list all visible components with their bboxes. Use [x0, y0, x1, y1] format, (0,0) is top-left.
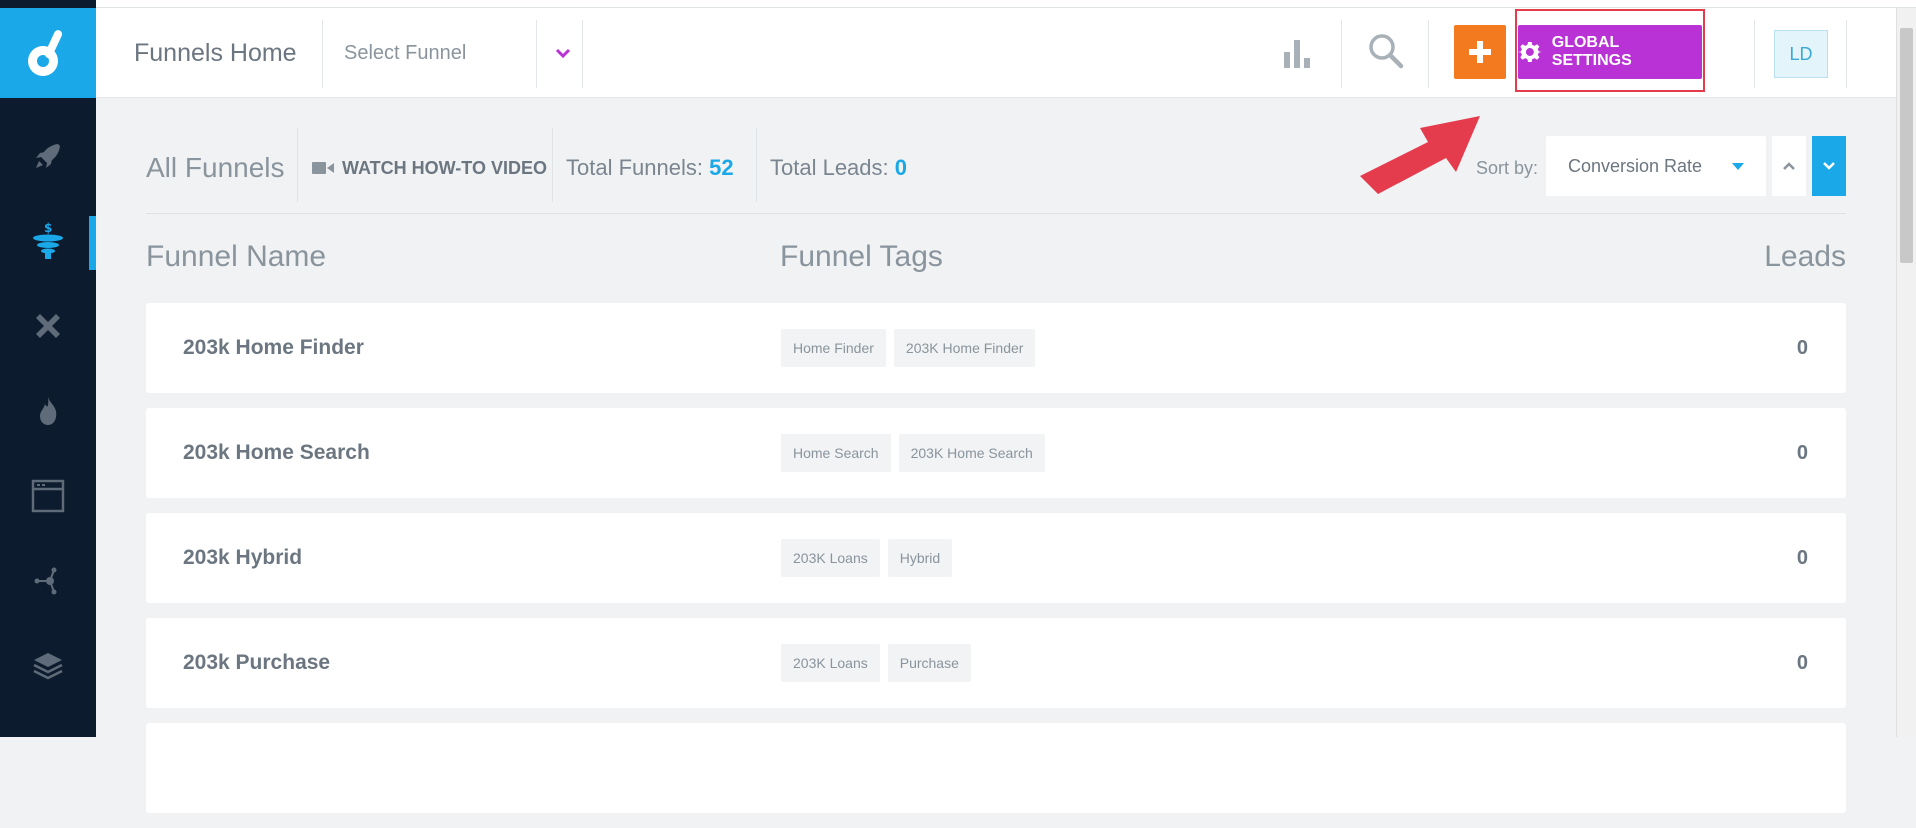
- sidebar-item-pages[interactable]: [0, 453, 96, 538]
- fire-icon: [40, 396, 57, 425]
- watch-video-label: WATCH HOW-TO VIDEO: [342, 158, 547, 178]
- sidebar-item-integrations[interactable]: [0, 538, 96, 623]
- funnel-leads: 0: [1796, 652, 1808, 674]
- page-title: Funnels Home: [134, 39, 297, 67]
- tag-badge[interactable]: 203K Loans: [781, 644, 880, 682]
- sort-select[interactable]: Conversion Rate: [1546, 136, 1766, 196]
- total-funnels-label: Total Funnels:: [566, 155, 703, 180]
- header-divider: [1754, 20, 1755, 88]
- plus-icon: [1469, 41, 1491, 63]
- column-header-leads[interactable]: Leads: [1764, 240, 1846, 274]
- header-divider: [582, 20, 583, 88]
- caret-down-icon: [1732, 163, 1744, 170]
- total-leads-value: 0: [894, 155, 908, 180]
- sort-by-label: Sort by:: [1476, 158, 1539, 178]
- app-logo[interactable]: [0, 8, 96, 98]
- global-settings-label: GLOBAL SETTINGS: [1551, 34, 1632, 69]
- sort-ascending-button[interactable]: [1772, 136, 1806, 196]
- search-icon: [1369, 34, 1404, 69]
- funnel-leads: 0: [1796, 442, 1808, 464]
- top-header: Funnels Home Select Funnel GLOBAL SETTIN…: [96, 8, 1896, 98]
- tag-badge[interactable]: Home Finder: [781, 329, 886, 367]
- browser-icon: [31, 479, 65, 512]
- column-header-tags: Funnel Tags: [780, 240, 943, 273]
- funnel-tags: 203K Loans Hybrid: [781, 539, 953, 577]
- bar-chart-icon: [1284, 40, 1310, 68]
- header-divider: [322, 20, 323, 88]
- sidebar-item-funnels[interactable]: $: [0, 198, 96, 283]
- sidebar-item-hot[interactable]: [0, 368, 96, 453]
- rocket-icon: [36, 143, 60, 168]
- sidebar-nav: $: [0, 113, 96, 708]
- total-funnels-value: 52: [709, 155, 734, 180]
- chevron-down-icon: [555, 48, 571, 59]
- total-leads: Total Leads: 0: [770, 128, 907, 208]
- funnel-icon: $: [33, 221, 63, 259]
- chevron-down-icon: [1823, 162, 1835, 170]
- user-avatar[interactable]: LD: [1774, 30, 1828, 78]
- logo-icon: [28, 30, 63, 76]
- sidebar: $: [0, 0, 96, 737]
- funnel-tags: Home Search 203K Home Search: [781, 434, 1045, 472]
- layers-icon: [33, 652, 63, 679]
- tools-icon: [36, 313, 60, 338]
- global-settings-button[interactable]: GLOBAL SETTINGS: [1518, 25, 1702, 79]
- page-scrollbar[interactable]: [1896, 8, 1916, 737]
- sort-descending-button[interactable]: [1812, 136, 1846, 196]
- tag-badge[interactable]: 203K Loans: [781, 539, 880, 577]
- total-leads-label: Total Leads:: [770, 155, 889, 180]
- total-funnels: Total Funnels: 52: [566, 128, 734, 208]
- toolbar-divider: [756, 128, 757, 202]
- add-funnel-button[interactable]: [1454, 25, 1506, 79]
- sidebar-item-launch[interactable]: [0, 113, 96, 198]
- tag-badge[interactable]: Purchase: [887, 644, 971, 682]
- funnel-name[interactable]: 203k Home Finder: [183, 303, 364, 393]
- funnel-tags: Home Finder 203K Home Finder: [781, 329, 1036, 367]
- watch-video-link[interactable]: WATCH HOW-TO VIDEO: [312, 128, 547, 208]
- chevron-up-icon: [1783, 162, 1795, 170]
- funnel-name[interactable]: 203k Home Search: [183, 408, 370, 498]
- funnel-leads: 0: [1796, 547, 1808, 569]
- table-row[interactable]: 203k Home Finder Home Finder 203K Home F…: [146, 303, 1846, 393]
- all-funnels-heading: All Funnels: [146, 152, 285, 183]
- tag-badge[interactable]: Home Search: [781, 434, 891, 472]
- header-divider: [1341, 20, 1342, 88]
- search-button[interactable]: [1368, 33, 1404, 74]
- table-header: Funnel Name Funnel Tags Leads: [146, 240, 1846, 280]
- toolbar-divider: [297, 128, 298, 202]
- sort-select-value: Conversion Rate: [1568, 156, 1703, 176]
- scrollbar-thumb[interactable]: [1900, 28, 1913, 263]
- tag-badge[interactable]: 203K Home Search: [898, 434, 1045, 472]
- select-funnel-dropdown[interactable]: Select Funnel: [344, 8, 466, 98]
- select-funnel-toggle[interactable]: [548, 38, 578, 68]
- gear-icon: [1518, 41, 1542, 62]
- funnels-toolbar: All Funnels WATCH HOW-TO VIDEO Total Fun…: [146, 128, 1846, 214]
- column-header-name[interactable]: Funnel Name: [146, 240, 326, 274]
- video-camera-icon: [312, 162, 334, 174]
- funnel-leads: 0: [1796, 337, 1808, 359]
- table-row[interactable]: 203k Hybrid 203K Loans Hybrid 0: [146, 513, 1846, 603]
- tag-badge[interactable]: 203K Home Finder: [893, 329, 1036, 367]
- header-divider: [1428, 20, 1429, 88]
- table-row[interactable]: 203k Purchase 203K Loans Purchase 0: [146, 618, 1846, 708]
- svg-text:$: $: [44, 221, 52, 235]
- header-divider: [536, 20, 537, 88]
- header-divider: [1846, 20, 1847, 88]
- funnel-tags: 203K Loans Purchase: [781, 644, 971, 682]
- stats-button[interactable]: [1282, 36, 1312, 73]
- funnel-name[interactable]: 203k Purchase: [183, 618, 330, 708]
- tag-badge[interactable]: Hybrid: [887, 539, 953, 577]
- funnel-name[interactable]: 203k Hybrid: [183, 513, 302, 603]
- toolbar-divider: [552, 128, 553, 202]
- network-icon: [34, 567, 57, 594]
- sidebar-item-tools[interactable]: [0, 283, 96, 368]
- sidebar-item-library[interactable]: [0, 623, 96, 708]
- top-border: [0, 0, 1916, 8]
- table-row[interactable]: 203k Home Search Home Search 203K Home S…: [146, 408, 1846, 498]
- funnel-list: 203k Home Finder Home Finder 203K Home F…: [146, 303, 1846, 828]
